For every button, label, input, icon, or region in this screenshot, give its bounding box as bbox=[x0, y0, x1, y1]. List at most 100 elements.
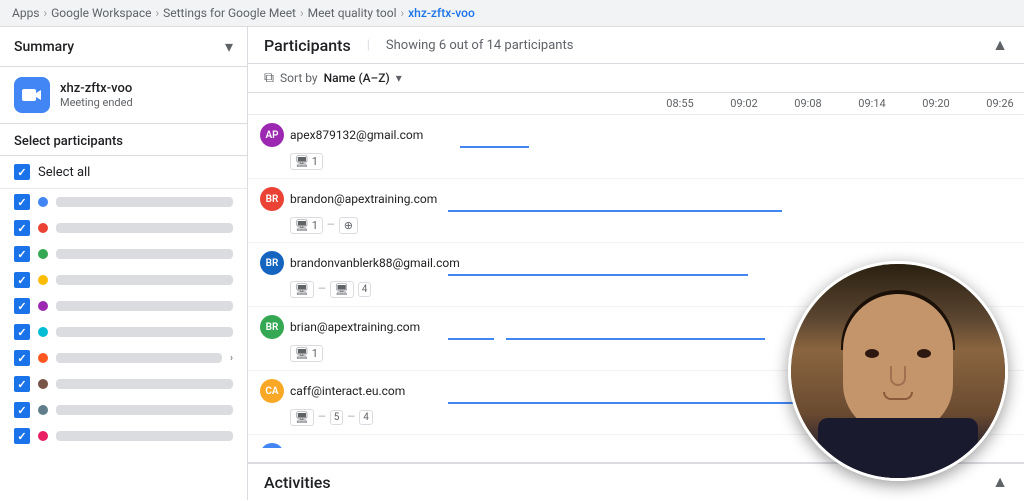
participant-name-blur bbox=[56, 249, 233, 259]
participant-email: brandon@apextraining.com bbox=[290, 192, 437, 206]
list-item[interactable] bbox=[0, 397, 247, 423]
participant-dot bbox=[38, 405, 48, 415]
email-col: BR brandon@apextraining.com 🖥 1 — ⊕ bbox=[248, 179, 448, 242]
shirt bbox=[818, 418, 978, 478]
breadcrumb-apps[interactable]: Apps bbox=[12, 6, 40, 20]
participant-name-blur bbox=[56, 275, 233, 285]
participant-name-blur bbox=[56, 197, 233, 207]
participant-checkbox[interactable] bbox=[14, 324, 30, 340]
sep1: › bbox=[44, 6, 48, 20]
participant-checkbox[interactable] bbox=[14, 220, 30, 236]
email-col: BR brandonvanblerk88@gmail.com 🖥 — 🖥 4 bbox=[248, 243, 448, 306]
list-item[interactable]: › bbox=[0, 345, 247, 371]
summary-section[interactable]: Summary ▾ bbox=[0, 27, 247, 67]
list-item[interactable] bbox=[0, 215, 247, 241]
panel-header: Participants | Showing 6 out of 14 parti… bbox=[248, 27, 1024, 64]
list-item[interactable] bbox=[0, 241, 247, 267]
sep3: › bbox=[300, 6, 304, 20]
list-item[interactable] bbox=[0, 371, 247, 397]
participant-name-blur bbox=[56, 353, 222, 363]
activities-title: Activities bbox=[264, 473, 331, 492]
divider-icon: — bbox=[318, 412, 326, 423]
device-icons: 🖥 1 — ⊕ bbox=[260, 217, 436, 234]
collapse-icon[interactable]: ▲ bbox=[992, 35, 1008, 55]
list-item[interactable] bbox=[0, 423, 247, 449]
participant-name-blur bbox=[56, 405, 233, 415]
participant-name-blur bbox=[56, 223, 233, 233]
monitor-icon: 🖥 1 bbox=[290, 345, 323, 362]
timeline-bar bbox=[448, 402, 822, 404]
timeline-bar-segment2 bbox=[506, 338, 765, 340]
avatar: CA bbox=[260, 379, 284, 403]
webcam-face bbox=[791, 264, 1005, 478]
avatar: BR bbox=[260, 251, 284, 275]
select-all-checkbox[interactable] bbox=[14, 164, 30, 180]
participant-checkbox[interactable] bbox=[14, 350, 30, 366]
select-participants-header: Select participants bbox=[0, 124, 247, 156]
email-header: BR brian@apextraining.com bbox=[260, 315, 436, 339]
participant-checkbox[interactable] bbox=[14, 402, 30, 418]
breadcrumb-current: xhz-zftx-voo bbox=[408, 6, 475, 20]
sort-value[interactable]: Name (A–Z) bbox=[324, 71, 390, 85]
email-col: CR craig@apextraining.com 🖥 1 bbox=[248, 435, 448, 448]
avatar: BR bbox=[260, 315, 284, 339]
email-header: BR brandon@apextraining.com bbox=[260, 187, 436, 211]
participant-checkbox[interactable] bbox=[14, 272, 30, 288]
filter-icon: ⧉ bbox=[264, 70, 274, 86]
participant-checkbox[interactable] bbox=[14, 246, 30, 262]
list-item[interactable] bbox=[0, 267, 247, 293]
empty-col bbox=[448, 93, 648, 114]
email-header: AP apex879132@gmail.com bbox=[260, 123, 436, 147]
avatar: CR bbox=[260, 443, 284, 448]
participant-name-blur bbox=[56, 431, 233, 441]
timeline-header: 08:55 09:02 09:08 09:14 09:20 09:26 09:3… bbox=[248, 93, 1024, 115]
mouth bbox=[883, 392, 913, 400]
time-label: 09:20 bbox=[904, 93, 968, 114]
device-icons: 🖥 — 5 — 4 bbox=[260, 409, 436, 426]
meeting-info: xhz-zftx-voo Meeting ended bbox=[0, 67, 247, 124]
eye-right bbox=[917, 349, 931, 358]
nose bbox=[890, 366, 906, 386]
select-all-label: Select all bbox=[38, 165, 90, 180]
breadcrumb-settings[interactable]: Settings for Google Meet bbox=[163, 6, 296, 20]
participant-name-blur bbox=[56, 327, 233, 337]
breadcrumb-workspace[interactable]: Google Workspace bbox=[51, 6, 151, 20]
summary-chevron-icon: ▾ bbox=[225, 37, 233, 56]
list-item[interactable] bbox=[0, 319, 247, 345]
list-item[interactable] bbox=[0, 293, 247, 319]
monitor-icon2: 🖥 bbox=[330, 281, 354, 298]
panel-title: Participants bbox=[264, 36, 351, 55]
participant-checkbox[interactable] bbox=[14, 194, 30, 210]
face-shape bbox=[843, 294, 953, 434]
participant-email: caff@interact.eu.com bbox=[290, 384, 405, 398]
participant-checkbox[interactable] bbox=[14, 428, 30, 444]
device-icons: 🖥 — 🖥 4 bbox=[260, 281, 436, 298]
email-header: CR craig@apextraining.com bbox=[260, 443, 436, 448]
participant-dot bbox=[38, 353, 48, 363]
participant-dot bbox=[38, 379, 48, 389]
sep2: › bbox=[156, 6, 160, 20]
participant-checkbox[interactable] bbox=[14, 376, 30, 392]
participant-dot bbox=[38, 431, 48, 441]
time-label: 09:14 bbox=[840, 93, 904, 114]
participant-checkbox[interactable] bbox=[14, 298, 30, 314]
select-all-row[interactable]: Select all bbox=[0, 156, 247, 189]
participant-dot bbox=[38, 275, 48, 285]
device-icon: ⊕ bbox=[339, 217, 358, 234]
list-item[interactable] bbox=[0, 189, 247, 215]
avatar: BR bbox=[260, 187, 284, 211]
participant-dot bbox=[38, 327, 48, 337]
google-meet-icon bbox=[14, 77, 50, 113]
time-label: 09:02 bbox=[712, 93, 776, 114]
sort-bar: ⧉ Sort by Name (A–Z) ▾ bbox=[248, 64, 1024, 93]
timeline-bar-segment1 bbox=[448, 338, 494, 340]
sort-chevron-icon: ▾ bbox=[396, 71, 402, 85]
device-icons: 🖥 1 bbox=[260, 345, 436, 362]
monitor-icon: 🖥 bbox=[290, 281, 314, 298]
timeline-bar bbox=[448, 274, 748, 276]
sep4: › bbox=[401, 6, 405, 20]
divider-icon: — bbox=[318, 284, 326, 295]
email-col: AP apex879132@gmail.com 🖥 1 bbox=[248, 115, 448, 178]
breadcrumb-quality[interactable]: Meet quality tool bbox=[308, 6, 397, 20]
timeline-bar bbox=[460, 146, 529, 148]
